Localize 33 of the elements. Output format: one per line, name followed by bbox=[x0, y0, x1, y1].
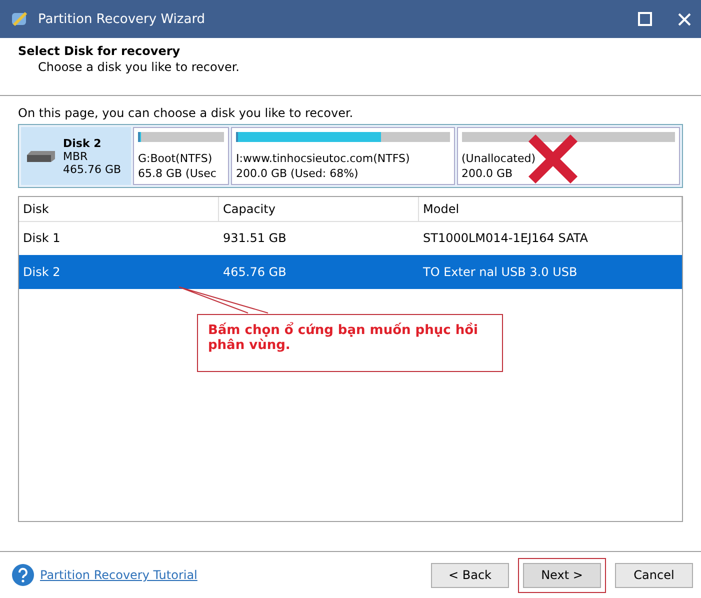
partition-info: 65.8 GB (Usec bbox=[138, 167, 218, 180]
tutorial-link[interactable]: Partition Recovery Tutorial bbox=[40, 568, 425, 582]
partition-label: I:www.tinhocsieutoc.com(NTFS) bbox=[236, 152, 411, 165]
callout-note: Bấm chọn ổ cứng bạn muốn phục hồi phân vùng. bbox=[197, 314, 503, 372]
hard-drive-icon bbox=[25, 149, 57, 163]
table-cell-text: ST1000LM014-1EJ164 SATA bbox=[422, 231, 589, 245]
partition-label: (Unallocated) bbox=[462, 152, 537, 165]
page-subtitle: Choose a disk you like to recover. bbox=[37, 60, 240, 74]
partition-block[interactable]: I:www.tinhocsieutoc.com(NTFS) 200.0 GB (Used: 68%) bbox=[231, 127, 454, 185]
close-icon[interactable] bbox=[678, 12, 691, 26]
disk-size: 465.76 GB bbox=[63, 162, 122, 176]
wand-icon bbox=[10, 9, 30, 29]
partition-block[interactable]: G:Boot(NTFS) 65.8 GB (Usec bbox=[133, 127, 229, 185]
partition-info: 200.0 GB (Used: 68%) bbox=[236, 167, 360, 180]
help-icon[interactable] bbox=[12, 564, 34, 586]
wizard-button[interactable]: Cancel bbox=[615, 562, 693, 588]
partition-block[interactable]: (Unallocated) 200.0 GB bbox=[456, 127, 680, 185]
disk-card[interactable]: Disk 2 MBR 465.76 GB bbox=[21, 127, 131, 185]
instruction-text: On this page, you can choose a disk you like to recover. bbox=[18, 106, 354, 120]
table-cell-text: Disk 1 bbox=[22, 231, 62, 245]
table-cell-text: TO Exter nal USB 3.0 USB bbox=[422, 265, 578, 279]
disk-row[interactable]: Disk 2 465.76 GB TO Exter nal USB 3.0 USB bbox=[19, 255, 682, 289]
partition-info: 200.0 GB bbox=[462, 167, 514, 180]
disk-type: MBR bbox=[63, 150, 89, 162]
disk-name: Disk 2 bbox=[63, 136, 102, 150]
window-title: Partition Recovery Wizard bbox=[38, 12, 206, 26]
table-cell-text: 465.76 GB bbox=[222, 265, 288, 279]
table-cell-text: 931.51 GB bbox=[222, 231, 288, 245]
maximize-icon[interactable] bbox=[638, 12, 652, 26]
wizard-button[interactable]: < Back bbox=[431, 562, 509, 588]
partition-label: G:Boot(NTFS) bbox=[138, 152, 214, 165]
page-title: Select Disk for recovery bbox=[18, 44, 182, 58]
table-cell-text: Disk 2 bbox=[22, 265, 62, 279]
